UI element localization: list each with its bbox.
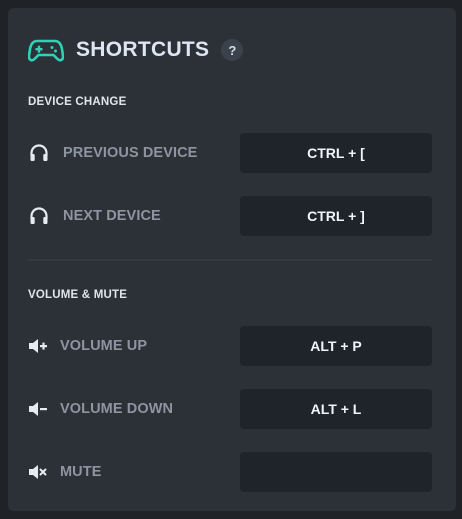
shortcut-row-previous-device: PREVIOUS DEVICE CTRL + [ bbox=[28, 133, 432, 173]
shortcut-row-mute: MUTE bbox=[28, 452, 432, 492]
previous-device-label: PREVIOUS DEVICE bbox=[63, 145, 198, 161]
headphones-icon bbox=[28, 141, 52, 165]
help-button[interactable]: ? bbox=[221, 39, 244, 61]
gamepad-icon bbox=[28, 35, 64, 65]
shortcut-row-volume-down: VOLUME DOWN ALT + L bbox=[28, 389, 432, 429]
section-title-volume-mute: VOLUME & MUTE bbox=[28, 289, 128, 301]
panel-title: SHORTCUTS bbox=[76, 38, 210, 61]
mute-icon bbox=[28, 460, 52, 484]
panel-header: SHORTCUTS ? bbox=[28, 34, 244, 66]
headphones-icon bbox=[28, 204, 52, 228]
next-device-shortcut-input[interactable]: CTRL + ] bbox=[240, 196, 432, 236]
previous-device-shortcut-input[interactable]: CTRL + [ bbox=[240, 133, 432, 173]
section-divider bbox=[28, 259, 432, 261]
volume-up-shortcut-input[interactable]: ALT + P bbox=[240, 326, 432, 366]
volume-up-icon bbox=[28, 334, 52, 358]
volume-down-shortcut-input[interactable]: ALT + L bbox=[240, 389, 432, 429]
mute-label: MUTE bbox=[60, 464, 102, 480]
volume-down-icon bbox=[28, 397, 52, 421]
volume-down-label: VOLUME DOWN bbox=[60, 401, 174, 417]
volume-up-label: VOLUME UP bbox=[60, 338, 148, 354]
shortcut-row-volume-up: VOLUME UP ALT + P bbox=[28, 326, 432, 366]
next-device-label: NEXT DEVICE bbox=[63, 208, 161, 224]
mute-shortcut-input[interactable] bbox=[240, 452, 432, 492]
shortcut-row-next-device: NEXT DEVICE CTRL + ] bbox=[28, 196, 432, 236]
section-title-device-change: DEVICE CHANGE bbox=[28, 96, 127, 108]
shortcuts-panel: SHORTCUTS ? DEVICE CHANGE PREVIOUS DEVIC… bbox=[8, 8, 456, 511]
